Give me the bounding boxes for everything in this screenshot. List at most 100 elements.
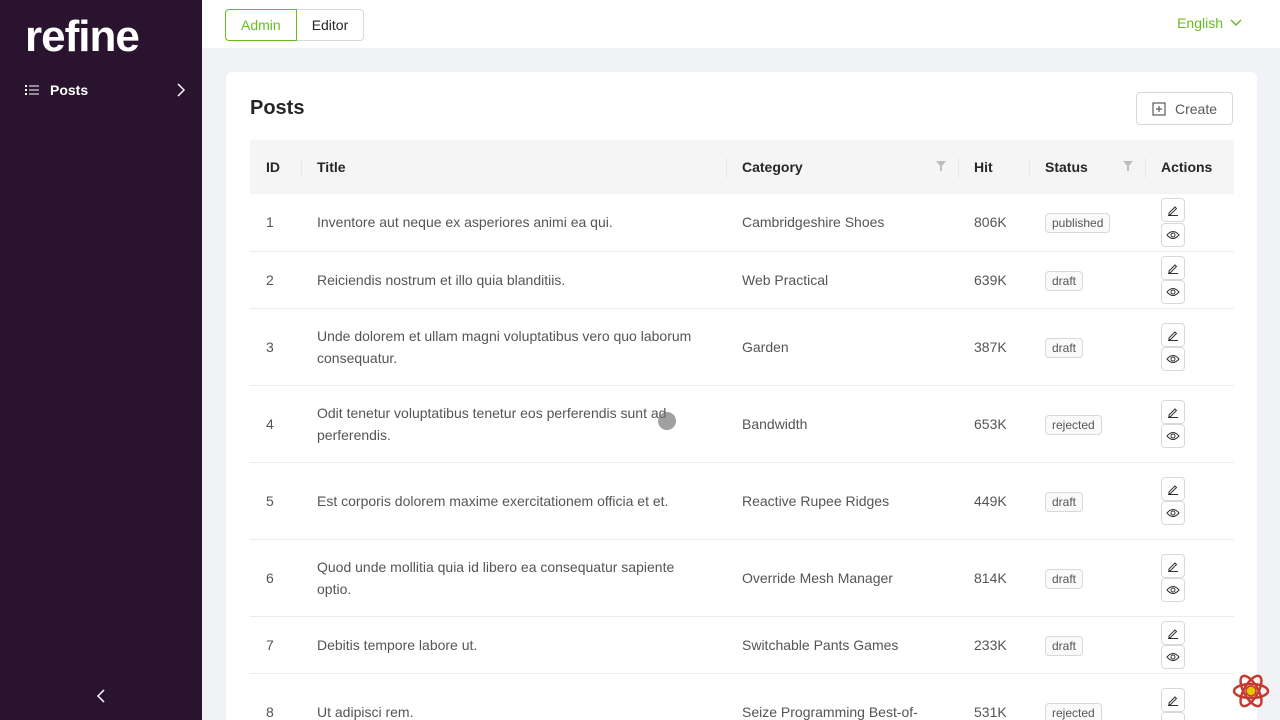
cell-actions — [1145, 616, 1234, 674]
show-button[interactable] — [1161, 279, 1185, 304]
eye-icon — [1166, 652, 1180, 661]
cell-status: draft — [1029, 616, 1145, 674]
cell-id: 3 — [250, 308, 301, 386]
cell-hit: 814K — [958, 539, 1029, 617]
edit-icon — [1168, 330, 1178, 341]
cell-id: 1 — [250, 194, 301, 252]
edit-button[interactable] — [1161, 553, 1185, 578]
header: Admin Editor English — [202, 0, 1280, 48]
table-row[interactable]: 7 Debitis tempore labore ut. Switchable Pa… — [250, 616, 1234, 674]
table-row[interactable]: 5 Est corporis dolorem maxime exercitatio… — [250, 462, 1234, 540]
cell-hit: 449K — [958, 462, 1029, 540]
edit-button[interactable] — [1161, 322, 1185, 347]
role-editor-button[interactable]: Editor — [296, 9, 365, 41]
table-row[interactable]: 8 Ut adipisci rem. Seize Programming Best-… — [250, 673, 1234, 720]
cell-actions — [1145, 673, 1234, 720]
cell-status: rejected — [1029, 673, 1145, 720]
sidebar-item-posts[interactable]: Posts — [0, 72, 202, 108]
sidebar-collapse-button[interactable] — [0, 672, 202, 720]
cell-category: Web Practical — [726, 251, 958, 309]
cell-category: Bandwidth — [726, 385, 958, 463]
mouse-cursor — [658, 412, 676, 430]
show-button[interactable] — [1161, 500, 1185, 525]
column-header-category[interactable]: Category — [726, 140, 958, 194]
status-badge: draft — [1045, 568, 1084, 589]
cell-hit: 387K — [958, 308, 1029, 386]
react-devtools-icon[interactable] — [1231, 671, 1271, 711]
create-button-label: Create — [1174, 100, 1217, 117]
page-title: Posts — [250, 97, 305, 119]
status-badge: draft — [1045, 270, 1084, 291]
edit-icon — [1168, 561, 1178, 572]
cell-status: draft — [1029, 251, 1145, 309]
chevron-right-icon — [177, 83, 186, 97]
show-button[interactable] — [1161, 577, 1185, 602]
edit-button[interactable] — [1161, 255, 1185, 280]
edit-button[interactable] — [1161, 687, 1185, 712]
cell-status: draft — [1029, 308, 1145, 386]
cell-status: draft — [1029, 539, 1145, 617]
filter-icon[interactable] — [1123, 161, 1133, 171]
status-badge: rejected — [1045, 702, 1102, 720]
cell-hit: 233K — [958, 616, 1029, 674]
list-icon — [25, 85, 39, 95]
show-button[interactable] — [1161, 644, 1185, 669]
table-row[interactable]: 1 Inventore aut neque ex asperiores animi… — [250, 194, 1234, 252]
filter-icon[interactable] — [936, 161, 946, 171]
cell-actions — [1145, 308, 1234, 386]
show-button[interactable] — [1161, 346, 1185, 371]
edit-button[interactable] — [1161, 476, 1185, 501]
create-button[interactable]: Create — [1135, 92, 1233, 125]
show-button[interactable] — [1161, 423, 1185, 448]
table-row[interactable]: 2 Reiciendis nostrum et illo quia blandit… — [250, 251, 1234, 309]
cell-id: 2 — [250, 251, 301, 309]
language-selector[interactable]: English — [1177, 15, 1242, 31]
table-row[interactable]: 4 Odit tenetur voluptatibus tenetur eos p… — [250, 385, 1234, 463]
eye-icon — [1166, 508, 1180, 517]
cell-category: Reactive Rupee Ridges — [726, 462, 958, 540]
cell-status: draft — [1029, 462, 1145, 540]
edit-icon — [1168, 206, 1178, 217]
cell-title: Unde dolorem et ullam magni voluptatibus… — [301, 308, 726, 386]
refine-logo[interactable]: refine — [25, 14, 180, 60]
column-header-title[interactable]: Title — [301, 140, 726, 194]
edit-button[interactable] — [1161, 620, 1185, 645]
cell-actions — [1145, 539, 1234, 617]
role-admin-button[interactable]: Admin — [225, 9, 297, 41]
eye-icon — [1166, 585, 1180, 594]
chevron-down-icon — [1230, 19, 1242, 27]
cell-id: 6 — [250, 539, 301, 617]
sidebar: refine Posts — [0, 0, 202, 720]
column-header-id[interactable]: ID — [250, 140, 301, 194]
status-badge: draft — [1045, 635, 1084, 656]
cell-status: rejected — [1029, 385, 1145, 463]
column-header-status[interactable]: Status — [1029, 140, 1145, 194]
eye-icon — [1166, 287, 1180, 296]
edit-icon — [1168, 407, 1178, 418]
posts-list-card: Posts Create ID Title Category Hit Statu… — [226, 72, 1257, 720]
edit-button[interactable] — [1161, 198, 1185, 223]
show-button[interactable] — [1161, 222, 1185, 247]
cell-title: Reiciendis nostrum et illo quia blanditi… — [301, 251, 726, 309]
cell-title: Quod unde mollitia quia id libero ea con… — [301, 539, 726, 617]
column-header-hit[interactable]: Hit — [958, 140, 1029, 194]
cell-category: Override Mesh Manager — [726, 539, 958, 617]
status-badge: rejected — [1045, 414, 1102, 435]
eye-icon — [1166, 431, 1180, 440]
edit-icon — [1168, 484, 1178, 495]
cell-id: 8 — [250, 673, 301, 720]
column-header-actions: Actions — [1145, 140, 1234, 194]
cell-id: 5 — [250, 462, 301, 540]
eye-icon — [1166, 354, 1180, 363]
cell-category: Cambridgeshire Shoes — [726, 194, 958, 252]
cell-title: Debitis tempore labore ut. — [301, 616, 726, 674]
plus-square-icon — [1152, 101, 1166, 116]
edit-button[interactable] — [1161, 399, 1185, 424]
role-switcher: Admin Editor — [225, 9, 365, 41]
cell-title: Ut adipisci rem. — [301, 673, 726, 720]
cell-id: 7 — [250, 616, 301, 674]
table-row[interactable]: 6 Quod unde mollitia quia id libero ea co… — [250, 539, 1234, 617]
show-button[interactable] — [1161, 711, 1185, 720]
svg-text:refine: refine — [25, 14, 139, 60]
table-row[interactable]: 3 Unde dolorem et ullam magni voluptatibu… — [250, 308, 1234, 386]
